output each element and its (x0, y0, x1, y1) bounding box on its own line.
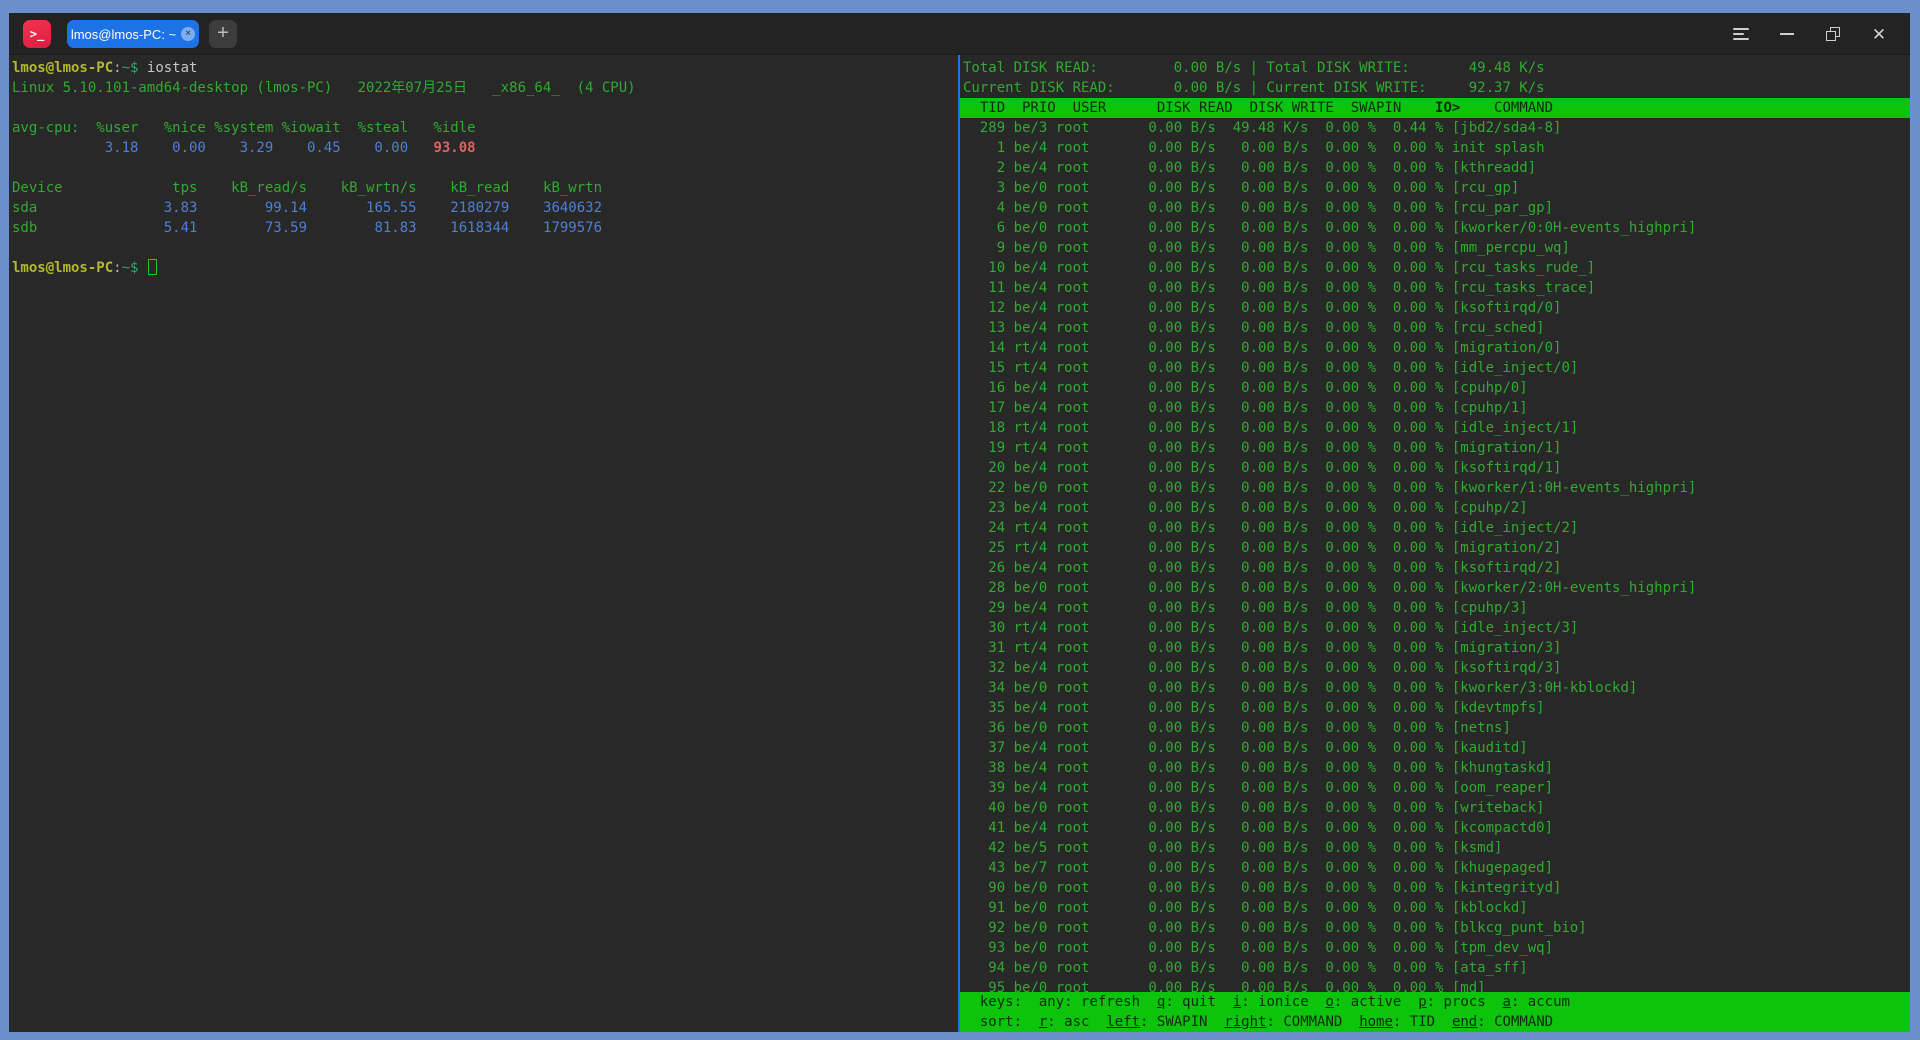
terminal-content: lmos@lmos-PC:~$ iostat Linux 5.10.101-am… (9, 55, 1910, 1032)
tab-active-terminal[interactable]: lmos@lmos-PC: ~ × (67, 20, 199, 48)
minimize-icon (1780, 33, 1794, 35)
close-button[interactable]: ✕ (1856, 13, 1902, 55)
iotop-header-text: TID PRIO USER DISK READ DISK WRITE SWAPI… (960, 98, 1910, 118)
right-terminal-pane[interactable]: Total DISK READ: 0.00 B/s | Total DISK W… (960, 55, 1910, 1032)
iotop-summary: Total DISK READ: 0.00 B/s | Total DISK W… (960, 58, 1910, 98)
terminal-app-icon: >_ (23, 20, 51, 48)
restore-icon (1826, 27, 1840, 41)
plus-icon: + (217, 22, 229, 44)
iotop-rows: 289 be/3 root 0.00 B/s 49.48 K/s 0.00 % … (960, 118, 1910, 992)
iotop-footer: keys: any: refresh q: quit i: ionice o: … (960, 992, 1910, 1032)
window-controls: ✕ (1718, 13, 1902, 55)
iotop-keys-bar: keys: any: refresh q: quit i: ionice o: … (960, 992, 1910, 1012)
iotop-sort-column: IO> (1435, 100, 1460, 116)
restore-button[interactable] (1810, 13, 1856, 55)
left-terminal-pane[interactable]: lmos@lmos-PC:~$ iostat Linux 5.10.101-am… (9, 55, 958, 1032)
menu-button[interactable] (1718, 13, 1764, 55)
terminal-window: >_ lmos@lmos-PC: ~ × + ✕ lmos@lmos-PC (9, 13, 1910, 1032)
hamburger-menu-icon (1733, 25, 1749, 43)
new-tab-button[interactable]: + (209, 20, 237, 48)
minimize-button[interactable] (1764, 13, 1810, 55)
iotop-rows-text: 289 be/3 root 0.00 B/s 49.48 K/s 0.00 % … (960, 118, 1910, 992)
tab-title: lmos@lmos-PC: ~ (71, 27, 176, 42)
tab-close-icon[interactable]: × (181, 27, 195, 41)
titlebar[interactable]: >_ lmos@lmos-PC: ~ × + ✕ (9, 13, 1910, 55)
close-icon: ✕ (1872, 26, 1886, 43)
iotop-sort-bar: sort: r: asc left: SWAPIN right: COMMAND… (960, 1012, 1910, 1032)
iotop-header-bar: TID PRIO USER DISK READ DISK WRITE SWAPI… (960, 98, 1910, 118)
terminal-app-icon-glyph: >_ (30, 27, 44, 41)
terminal-cursor (148, 259, 157, 275)
left-terminal-text: lmos@lmos-PC:~$ iostat Linux 5.10.101-am… (12, 58, 958, 278)
